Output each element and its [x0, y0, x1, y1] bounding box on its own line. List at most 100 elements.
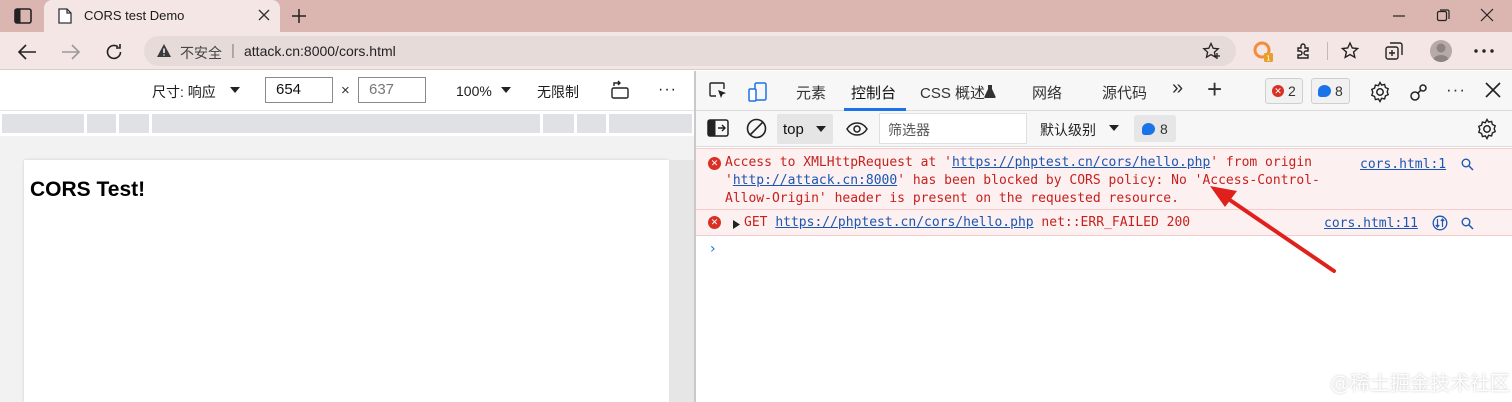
url-text[interactable]: attack.cn:8000/cors.html: [244, 43, 396, 59]
error-count-badge[interactable]: ✕ 2: [1265, 78, 1303, 104]
security-label[interactable]: 不安全: [180, 43, 222, 63]
console-issues-badge[interactable]: 8: [1134, 115, 1176, 142]
context-caret-icon: [815, 125, 827, 133]
warning-icon[interactable]: [156, 43, 172, 58]
inspect-element-icon[interactable]: [708, 81, 728, 101]
clear-console-icon[interactable]: [746, 118, 767, 139]
error-icon: ✕: [708, 216, 721, 229]
more-tabs-button[interactable]: »: [1172, 77, 1183, 100]
rotate-icon[interactable]: [609, 80, 631, 100]
request-error: net::ERR_FAILED 200: [1041, 215, 1191, 230]
tab-elements[interactable]: 元素: [796, 82, 826, 103]
error-icon: ✕: [708, 157, 721, 170]
expand-triangle-icon[interactable]: [733, 220, 740, 229]
filter-input[interactable]: 筛选器: [879, 113, 1027, 144]
close-tab-icon[interactable]: [258, 9, 270, 21]
restore-button[interactable]: [1436, 8, 1450, 22]
tab-sources[interactable]: 源代码: [1102, 82, 1147, 103]
request-url-link[interactable]: https://phptest.cn/cors/hello.php: [775, 215, 1033, 230]
issue-icon: [1142, 122, 1155, 135]
console-toolbar: top 筛选器 默认级别 8: [696, 111, 1512, 147]
context-selector[interactable]: top: [777, 114, 833, 144]
device-more-button[interactable]: ···: [658, 81, 677, 99]
height-input[interactable]: 637: [358, 77, 426, 103]
forward-button[interactable]: [60, 41, 82, 63]
search-icon[interactable]: [1461, 158, 1474, 171]
tab-css-overview[interactable]: CSS 概述: [920, 82, 985, 103]
message-line: GET https://phptest.cn/cors/hello.php ne…: [744, 214, 1190, 232]
devtools-tab-strip: 元素 控制台 CSS 概述 网络 源代码 » + ✕ 2 8 ···: [696, 71, 1512, 111]
throttle-dropdown[interactable]: 无限制: [537, 82, 579, 102]
width-input[interactable]: 654: [265, 77, 333, 103]
media-query-segment[interactable]: [119, 114, 149, 133]
dimensions-caret-icon[interactable]: [229, 86, 241, 94]
tab-console[interactable]: 控制台: [851, 82, 896, 103]
console-error-message[interactable]: ✕ GET https://phptest.cn/cors/hello.php …: [696, 210, 1512, 236]
emulated-viewport[interactable]: CORS Test!: [24, 160, 669, 402]
source-link[interactable]: cors.html:1: [1360, 157, 1446, 172]
console-error-message[interactable]: ✕ Access to XMLHttpRequest at 'https://p…: [696, 148, 1512, 210]
browser-tab[interactable]: CORS test Demo: [44, 0, 280, 32]
url-separator: |: [231, 42, 235, 59]
new-tab-button[interactable]: [289, 6, 309, 26]
profile-avatar[interactable]: [1430, 40, 1452, 62]
context-label: top: [783, 121, 804, 138]
zoom-caret-icon[interactable]: [500, 86, 512, 94]
message-line: Allow-Origin' header is present on the r…: [725, 191, 1179, 206]
dimensions-dropdown[interactable]: 尺寸: 响应: [152, 82, 216, 102]
minimize-button[interactable]: [1392, 9, 1406, 23]
refresh-button[interactable]: [103, 41, 125, 63]
customize-icon[interactable]: [1408, 81, 1430, 103]
add-tab-button[interactable]: +: [1207, 74, 1222, 105]
zoom-dropdown[interactable]: 100%: [456, 83, 492, 99]
issue-icon: [1318, 85, 1331, 97]
sidebar-toggle-icon[interactable]: [14, 8, 32, 24]
device-toolbar: 尺寸: 响应 654 × 637 100% 无限制 ···: [0, 71, 694, 111]
message-text: Access to XMLHttpRequest at ': [725, 155, 952, 170]
network-request-icon[interactable]: [1432, 215, 1448, 231]
message-text: ' from origin: [1210, 155, 1313, 170]
issue-count: 8: [1335, 83, 1343, 99]
log-level-caret-icon[interactable]: [1108, 124, 1120, 132]
live-expression-eye-icon[interactable]: [846, 122, 868, 136]
collections-icon[interactable]: [1384, 41, 1404, 61]
console-prompt[interactable]: ›: [710, 241, 716, 257]
media-query-segment[interactable]: [609, 114, 692, 133]
media-query-segment[interactable]: [2, 114, 84, 133]
close-devtools-icon[interactable]: [1485, 82, 1501, 98]
address-bar[interactable]: 不安全 | attack.cn:8000/cors.html: [144, 36, 1236, 66]
settings-gear-icon[interactable]: [1369, 81, 1391, 103]
error-count: 2: [1288, 83, 1296, 99]
console-output[interactable]: ✕ Access to XMLHttpRequest at 'https://p…: [696, 148, 1512, 402]
issue-count-badge[interactable]: 8: [1311, 78, 1350, 104]
log-level-dropdown[interactable]: 默认级别: [1040, 120, 1096, 140]
media-query-bar[interactable]: [2, 114, 692, 133]
origin-link[interactable]: http://attack.cn:8000: [733, 173, 897, 188]
sidebar-panel-icon[interactable]: [707, 119, 729, 137]
svg-text:1: 1: [1266, 55, 1270, 63]
request-url-link[interactable]: https://phptest.cn/cors/hello.php: [952, 155, 1210, 170]
add-favorite-icon[interactable]: [1202, 42, 1222, 60]
extensions-icon[interactable]: [1294, 41, 1314, 61]
page-title: CORS Test!: [30, 178, 146, 201]
viewport-resize-handle[interactable]: [669, 160, 694, 402]
settings-more-icon[interactable]: [1474, 49, 1494, 53]
media-query-segment[interactable]: [577, 114, 606, 133]
search-icon[interactable]: [1461, 217, 1474, 230]
message-line: Access to XMLHttpRequest at 'https://php…: [725, 154, 1312, 172]
error-icon: ✕: [1272, 85, 1284, 97]
page-icon: [58, 8, 72, 24]
extension-badge-icon[interactable]: 1: [1252, 40, 1276, 64]
tab-network[interactable]: 网络: [1032, 82, 1062, 103]
favorites-icon[interactable]: [1340, 41, 1360, 61]
console-settings-gear-icon[interactable]: [1476, 118, 1498, 140]
back-button[interactable]: [16, 41, 38, 63]
media-query-segment[interactable]: [152, 114, 540, 133]
close-window-button[interactable]: [1480, 8, 1494, 22]
console-issues-count: 8: [1160, 120, 1168, 137]
title-bar: CORS test Demo: [0, 0, 1512, 32]
media-query-segment[interactable]: [543, 114, 574, 133]
device-emulation-icon[interactable]: [747, 81, 769, 103]
media-query-segment[interactable]: [87, 114, 116, 133]
devtools-more-button[interactable]: ···: [1446, 80, 1466, 100]
